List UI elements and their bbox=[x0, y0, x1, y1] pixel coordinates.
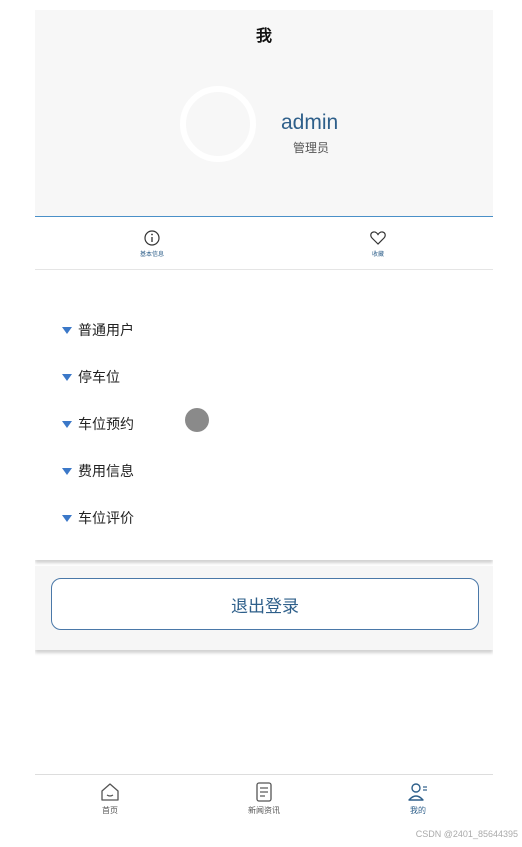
logout-button[interactable]: 退出登录 bbox=[51, 578, 479, 630]
nav-label: 新闻资讯 bbox=[248, 806, 280, 815]
profile-tabs: 基本信息 收藏 bbox=[35, 217, 493, 270]
tab-basic-info[interactable]: 基本信息 bbox=[112, 229, 192, 258]
triangle-down-icon bbox=[62, 514, 72, 522]
menu-item-label: 停车位 bbox=[78, 370, 120, 386]
nav-label: 我的 bbox=[410, 806, 426, 815]
heart-icon bbox=[370, 231, 386, 245]
page: 我 admin 管理员 基本信息 收藏 普通用户 停车位 车位预约 费用信息 车… bbox=[0, 0, 522, 847]
nav-news[interactable]: 新闻资讯 bbox=[224, 781, 304, 816]
triangle-down-icon bbox=[62, 373, 72, 381]
page-title: 我 bbox=[255, 26, 272, 45]
tab-label: 基本信息 bbox=[139, 251, 164, 258]
tab-favorites[interactable]: 收藏 bbox=[338, 229, 418, 258]
nav-label: 首页 bbox=[102, 806, 118, 815]
info-icon bbox=[144, 230, 160, 246]
avatar[interactable] bbox=[180, 86, 256, 162]
watermark: CSDN @2401_85644395 bbox=[415, 829, 518, 839]
home-icon bbox=[101, 783, 119, 801]
logout-section: 退出登录 bbox=[35, 566, 493, 650]
username: admin bbox=[281, 111, 339, 134]
menu-item-label: 车位预约 bbox=[78, 417, 134, 433]
triangle-down-icon bbox=[62, 467, 72, 475]
menu-item-fee-info[interactable]: 费用信息 bbox=[62, 459, 134, 483]
nav-profile[interactable]: 我的 bbox=[378, 781, 458, 816]
menu-item-label: 车位评价 bbox=[78, 511, 134, 527]
triangle-down-icon bbox=[62, 420, 72, 428]
user-icon bbox=[408, 783, 427, 801]
triangle-down-icon bbox=[62, 326, 72, 334]
touch-indicator bbox=[185, 408, 209, 432]
profile-header: 我 admin 管理员 bbox=[35, 10, 493, 217]
app-screen: 我 admin 管理员 基本信息 收藏 普通用户 停车位 车位预约 费用信息 车… bbox=[35, 10, 493, 826]
function-menu: 普通用户 停车位 车位预约 费用信息 车位评价 bbox=[35, 270, 493, 560]
user-role: 管理员 bbox=[293, 141, 330, 155]
menu-item-space-reservation[interactable]: 车位预约 bbox=[62, 412, 134, 436]
bottom-nav: 首页 新闻资讯 我的 bbox=[35, 774, 493, 826]
menu-item-parking-spaces[interactable]: 停车位 bbox=[62, 365, 120, 389]
news-icon bbox=[256, 782, 272, 802]
tab-label: 收藏 bbox=[371, 251, 384, 258]
menu-item-label: 普通用户 bbox=[78, 323, 134, 339]
menu-item-space-reviews[interactable]: 车位评价 bbox=[62, 506, 134, 530]
nav-home[interactable]: 首页 bbox=[70, 781, 150, 816]
menu-item-label: 费用信息 bbox=[78, 464, 134, 480]
menu-item-regular-users[interactable]: 普通用户 bbox=[62, 318, 134, 342]
